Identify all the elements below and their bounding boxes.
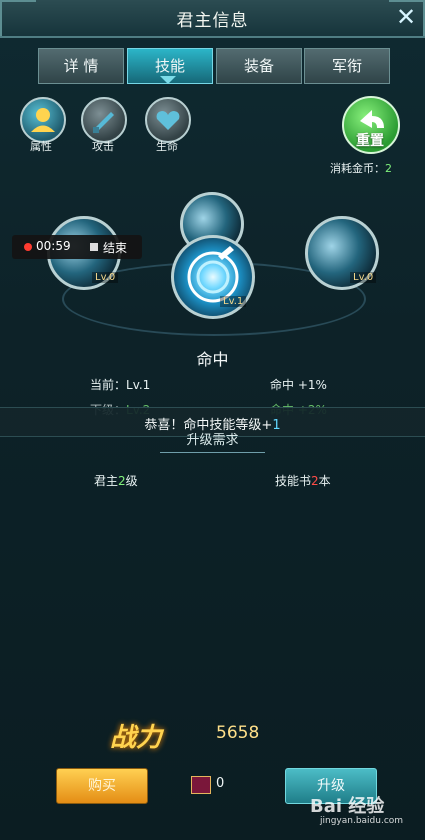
active-tab-arrow-icon: [160, 76, 176, 84]
stop-icon[interactable]: [90, 243, 98, 251]
cost-text: 消耗金币：2: [330, 160, 392, 176]
attribute-icon[interactable]: [20, 97, 66, 143]
watermark-line2: jingyan.baidu.com: [320, 816, 404, 826]
corner-ornament-top-right: [389, 0, 425, 36]
requirements-title: 升级需求: [186, 433, 239, 448]
tab-equipment[interactable]: 装备: [216, 48, 302, 84]
recording-time: 00:59: [36, 239, 71, 253]
watermark-line1: Bai 经验: [310, 796, 385, 817]
combat-power-value: 5658: [216, 723, 260, 743]
skill-left-level: Lv.0: [92, 272, 119, 283]
current-level: Lv.1: [126, 378, 151, 392]
divider-ornament: [160, 452, 265, 463]
record-dot-icon: [24, 243, 32, 251]
tab-details[interactable]: 详 情: [38, 48, 124, 84]
reset-label: 重置: [356, 133, 384, 149]
combat-power-label: 战力: [110, 723, 163, 753]
cost-value: 2: [385, 162, 392, 175]
title-bar: 君主信息 ✕: [0, 0, 425, 38]
window-title: 君主信息: [176, 11, 249, 31]
tab-bar: 详 情 技能 装备 军衔: [38, 48, 390, 84]
requirement-level-suffix: 级: [125, 474, 138, 488]
skill-selected-level: Lv.1: [220, 296, 247, 307]
user-icon: [31, 108, 55, 132]
current-label: 当前：: [90, 378, 127, 392]
watermark: Bai 经验 jingyan.baidu.com: [310, 792, 422, 836]
recording-stop-label[interactable]: 结束: [103, 239, 127, 256]
current-level-row: 当前：Lv.1: [90, 376, 150, 393]
requirement-level-prefix: 君主: [94, 474, 119, 488]
attack-label: 攻击: [92, 140, 114, 153]
tab-rank[interactable]: 军衔: [304, 48, 390, 84]
heart-icon: [156, 111, 180, 130]
cost-label: 消耗金币：: [330, 162, 385, 175]
skill-book-count: 0: [216, 776, 225, 791]
requirement-level: 君主2级: [94, 472, 138, 489]
skill-right-level: Lv.0: [350, 272, 377, 283]
requirement-book: 技能书2本: [275, 472, 331, 489]
requirement-level-value: 2: [118, 474, 126, 488]
skill-book-icon: [191, 776, 211, 794]
current-effect: 命中 +1%: [270, 378, 327, 392]
skill-name: 命中: [196, 350, 229, 369]
requirement-book-suffix: 本: [318, 474, 331, 488]
requirement-book-prefix: 技能书: [275, 474, 312, 488]
sword-icon: [93, 112, 114, 133]
life-icon[interactable]: [145, 97, 191, 143]
attribute-label: 属性: [30, 140, 52, 153]
requirement-book-value: 2: [311, 474, 319, 488]
screen-recording-indicator: 00:59 结束: [12, 235, 142, 259]
life-label: 生命: [156, 140, 178, 153]
corner-ornament-top-left: [0, 0, 36, 36]
buy-button[interactable]: 购买: [56, 768, 148, 804]
attack-icon[interactable]: [81, 97, 127, 143]
